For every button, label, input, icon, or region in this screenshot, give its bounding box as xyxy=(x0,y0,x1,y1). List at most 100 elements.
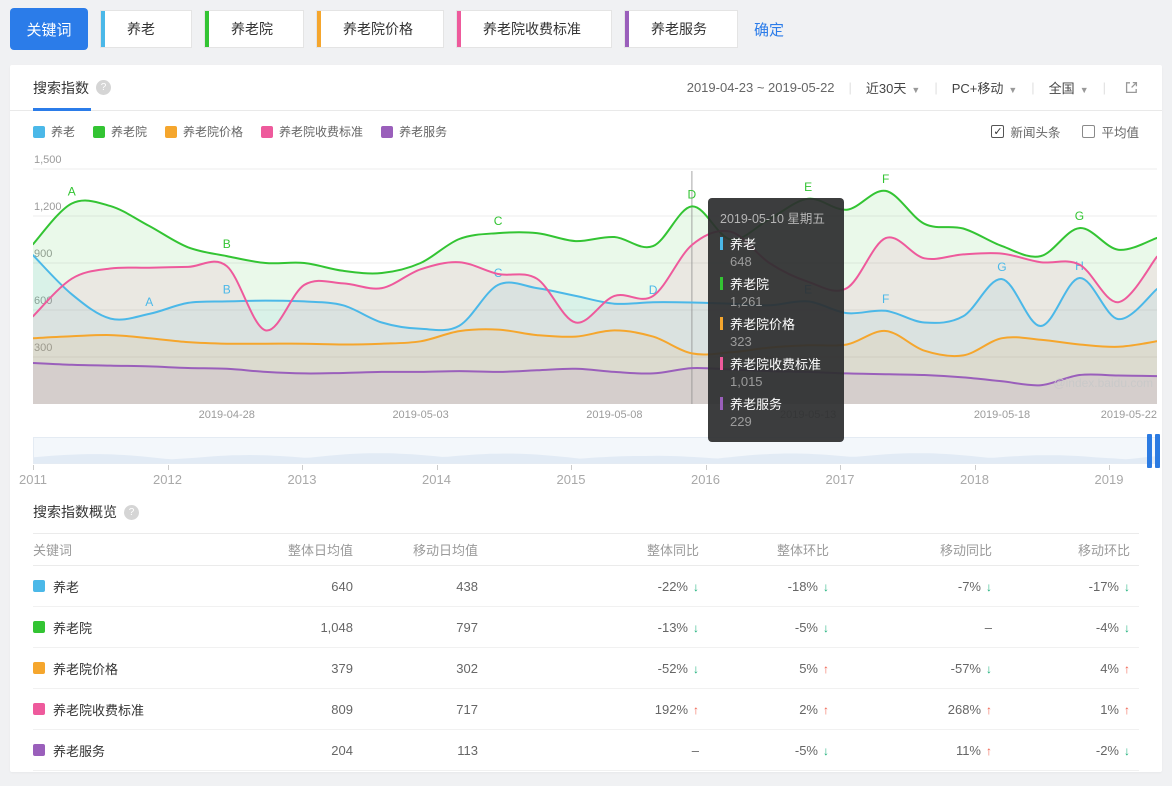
keyword-text: 养老 xyxy=(127,21,155,37)
help-icon[interactable]: ? xyxy=(96,80,111,95)
date-range[interactable]: 2019-04-23 ~ 2019-05-22 xyxy=(687,80,835,95)
device-select[interactable]: PC+移动 ▼ xyxy=(952,78,1018,97)
keyword-cell: 养老院价格 xyxy=(33,659,283,678)
trend-percent: 11% xyxy=(955,742,981,758)
trend-percent: -57% xyxy=(950,660,981,676)
trend-percent: 1% xyxy=(1100,701,1119,717)
overview-table: 关键词 整体日均值 移动日均值 整体同比 整体环比 移动同比 移动环比 养老 640 438 -22… xyxy=(33,533,1139,771)
arrow-up-icon: ↑ xyxy=(1124,661,1130,676)
keyword-text: 养老院价格 xyxy=(343,21,413,37)
chart-controls: 2019-04-23 ~ 2019-05-22 | 近30天 ▼ | PC+移动 ▼… xyxy=(687,78,1139,97)
timeline-slider[interactable] xyxy=(33,434,1160,468)
legend-item[interactable]: 养老院 xyxy=(93,123,147,140)
trend-percent: -18% xyxy=(787,578,818,594)
arrow-down-icon: ↓ xyxy=(1124,579,1130,594)
trend-percent: 4% xyxy=(1100,660,1119,676)
divider: | xyxy=(1031,80,1035,95)
keyword-color-bar xyxy=(457,11,461,47)
tooltip-keyword: 养老院 xyxy=(720,274,832,293)
year-label: 2015 xyxy=(556,472,586,487)
year-label: 2012 xyxy=(153,472,182,487)
tooltip-color-chip xyxy=(720,277,723,290)
trend-cell: – xyxy=(984,619,992,635)
tab-label: 搜索指数 xyxy=(33,79,89,96)
external-link-icon[interactable] xyxy=(1124,80,1139,95)
keyword-button[interactable]: 关键词 xyxy=(10,8,88,50)
tooltip-keyword: 养老服务 xyxy=(720,394,832,413)
trend-percent: -2% xyxy=(1095,742,1119,758)
keyword-input[interactable]: 养老院价格 xyxy=(316,10,444,48)
keyword-input[interactable]: 养老院 xyxy=(204,10,304,48)
arrow-up-icon: ↑ xyxy=(1124,702,1130,717)
keyword-toolbar: 关键词 养老 养老院 养老院价格 养老院收费标准 养老服务 确定 xyxy=(10,8,784,50)
slider-handle[interactable] xyxy=(1144,434,1160,468)
keyword-input[interactable]: 养老院收费标准 xyxy=(456,10,612,48)
overview-section: 搜索指数概览 ? 关键词 整体日均值 移动日均值 整体同比 整体环比 移动同比 移动环比 养老… xyxy=(33,503,1139,771)
tab-search-index[interactable]: 搜索指数 ? xyxy=(33,65,111,111)
confirm-button[interactable]: 确定 xyxy=(754,19,784,40)
tooltip-color-chip xyxy=(720,397,723,410)
svg-text:2019-05-03: 2019-05-03 xyxy=(392,409,448,421)
column-header: 移动环比 xyxy=(1077,543,1130,558)
svg-text:G: G xyxy=(997,260,1006,274)
year-tick xyxy=(33,465,34,470)
legend-item[interactable]: 养老 xyxy=(33,123,75,140)
year-tick xyxy=(840,465,841,470)
keyword-inputs: 养老 养老院 养老院价格 养老院收费标准 养老服务 xyxy=(88,10,738,48)
column-header: 整体同比 xyxy=(646,543,699,558)
keyword-input[interactable]: 养老 xyxy=(100,10,192,48)
range-select[interactable]: 近30天 ▼ xyxy=(866,78,920,97)
tooltip-value: 323 xyxy=(730,334,752,349)
legend-item[interactable]: 养老服务 xyxy=(381,123,447,140)
keyword-name: 养老院 xyxy=(53,620,93,636)
svg-text:2019-05-22: 2019-05-22 xyxy=(1101,409,1157,421)
keyword-swatch xyxy=(33,744,45,756)
keyword-name: 养老 xyxy=(53,579,80,595)
column-header: 移动同比 xyxy=(939,543,992,558)
chevron-down-icon: ▼ xyxy=(1008,85,1018,95)
keyword-cell: 养老 xyxy=(33,577,283,596)
trend-cell: -18% ↓ xyxy=(699,579,829,594)
trend-cell: – xyxy=(691,742,699,758)
help-icon[interactable]: ? xyxy=(124,504,139,520)
chart-options: ✓ 新闻头条 平均值 xyxy=(969,122,1139,141)
table-row: 养老院 1,048 797 -13% ↓ -5% ↓ – -4% ↓ xyxy=(33,607,1139,648)
tooltip-item: 养老院 1,261 xyxy=(720,274,832,309)
avg-value-cell: 113 xyxy=(457,742,478,758)
keyword-cell: 养老院 xyxy=(33,618,283,637)
tooltip-value: 229 xyxy=(730,414,752,429)
chart-canvas[interactable]: 3006009001,2001,500ABCDEFGHABCDEFG2019-0… xyxy=(32,154,1158,425)
svg-text:2019-05-18: 2019-05-18 xyxy=(974,409,1030,421)
year-tick xyxy=(974,465,976,470)
legend-item[interactable]: 养老院价格 xyxy=(165,123,243,140)
legend-label: 养老 xyxy=(51,125,76,139)
keyword-color-bar xyxy=(625,11,629,47)
trend-cell: -57% ↓ xyxy=(829,661,992,676)
average-checkbox[interactable]: 平均值 xyxy=(1082,122,1139,141)
svg-text:G: G xyxy=(1075,209,1084,223)
trend-cell: 1% ↑ xyxy=(992,702,1130,717)
tooltip-item: 养老院收费标准 1,015 xyxy=(720,354,832,389)
trend-cell: 192% ↑ xyxy=(478,702,699,717)
tooltip-color-chip xyxy=(720,357,723,370)
trend-percent: -5% xyxy=(794,619,818,635)
trend-cell: -17% ↓ xyxy=(992,579,1130,594)
chevron-down-icon: ▼ xyxy=(1079,85,1089,95)
svg-text:F: F xyxy=(882,292,889,306)
keyword-name: 养老院收费标准 xyxy=(53,702,145,718)
table-row: 养老院价格 379 302 -52% ↓ 5% ↑ -57% ↓ 4% ↑ xyxy=(33,648,1139,689)
region-select[interactable]: 全国 ▼ xyxy=(1049,78,1089,97)
trend-chart[interactable]: 3006009001,2001,500ABCDEFGHABCDEFG2019-0… xyxy=(32,154,1158,442)
news-headline-checkbox[interactable]: ✓ 新闻头条 xyxy=(991,122,1060,141)
keyword-swatch xyxy=(33,662,45,674)
keyword-input[interactable]: 养老服务 xyxy=(624,10,738,48)
trend-percent: -17% xyxy=(1088,578,1119,594)
avg-value-cell: 797 xyxy=(456,619,478,635)
legend-item[interactable]: 养老院收费标准 xyxy=(261,123,363,140)
legend-swatch xyxy=(93,125,106,138)
tooltip-color-chip xyxy=(720,317,723,330)
table-row: 养老服务 204 113 – -5% ↓ 11% ↑ -2% ↓ xyxy=(33,730,1139,771)
svg-text:E: E xyxy=(804,180,812,194)
year-label: 2017 xyxy=(825,472,855,487)
avg-value-cell: 1,048 xyxy=(320,619,353,635)
